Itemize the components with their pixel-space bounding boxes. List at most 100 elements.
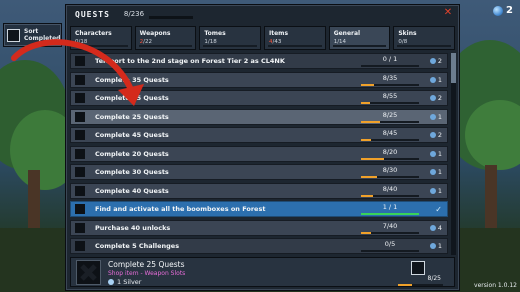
quest-detail-reward-text: 1 Silver <box>117 278 142 286</box>
square-icon <box>75 130 85 140</box>
tab-skins[interactable]: Skins 0/8 <box>393 26 456 50</box>
quest-list: Teleport to the 2nd stage on Forest Tier… <box>70 53 448 255</box>
silver-icon <box>429 113 436 120</box>
quest-reward: 1 <box>437 112 442 121</box>
sort-checkbox[interactable] <box>7 28 20 42</box>
quest-progress-fill <box>361 139 372 141</box>
tab-progress-bar <box>268 45 322 47</box>
quest-reward: 1 <box>437 75 442 84</box>
quest-row[interactable]: Teleport to the 2nd stage on Forest Tier… <box>70 53 448 69</box>
grid-icon <box>75 185 85 196</box>
quest-reward-box: ✓ <box>435 205 442 214</box>
boot-icon <box>75 74 85 85</box>
quest-progress-text: 7/40 <box>382 221 398 230</box>
quest-progress: 0 / 1 <box>361 56 419 67</box>
moon-icon <box>75 148 85 159</box>
tab-general[interactable]: General 1/14 <box>328 26 391 50</box>
silver-icon <box>108 279 114 285</box>
book-icon <box>75 222 85 233</box>
quest-count-bar <box>149 15 194 19</box>
quest-progress-fill <box>361 176 377 178</box>
quests-panel: QUESTS 8/236 ✕ Characters 0/18 Weapons 2/22… <box>65 4 460 291</box>
panel-title: QUESTS <box>75 9 110 19</box>
tab-label: Items <box>269 30 289 37</box>
panel-header: QUESTS 8/236 ✕ <box>66 5 459 23</box>
sort-completed-toggle[interactable]: Sort Completed <box>3 23 62 47</box>
quest-row[interactable]: Complete 30 Quests 8/30 1 <box>70 164 448 180</box>
quest-row[interactable]: Complete 45 Quests 8/45 2 <box>70 127 448 143</box>
quest-progress-track <box>361 102 419 104</box>
quest-row[interactable]: Purchase 40 unlocks 7/40 4 <box>70 219 448 236</box>
quest-reward-box: 2 <box>429 94 442 102</box>
quest-progress: 1 / 1 <box>361 204 419 215</box>
quest-row[interactable]: Complete 55 Quests 8/55 2 <box>70 90 448 106</box>
scrollbar-thumb[interactable] <box>451 53 456 83</box>
quest-reward: 1 <box>437 186 442 195</box>
tab-tomes[interactable]: Tomes 1/18 <box>199 26 262 50</box>
quest-reward-box: 2 <box>429 131 442 139</box>
quest-progress-text: 8/45 <box>382 129 398 137</box>
quest-detail-progress: 8/25 <box>427 275 441 282</box>
category-tabs: Characters 0/18 Weapons 2/22 Tomes 1/18 Items 4… <box>70 26 456 50</box>
quest-reward: 2 <box>437 94 442 102</box>
quest-reward: 2 <box>437 57 442 65</box>
silver-icon <box>429 243 436 249</box>
tab-label: Skins <box>398 30 417 37</box>
quest-progress-text: 0/5 <box>384 240 396 248</box>
close-icon[interactable]: ✕ <box>443 8 453 18</box>
quest-detail-progress-fill <box>398 284 412 286</box>
quest-progress: 8/45 <box>361 130 419 141</box>
quest-progress-fill <box>361 120 380 123</box>
quest-progress-fill <box>361 213 419 215</box>
silver-icon <box>429 132 436 138</box>
quest-reward-box: 1 <box>429 168 442 176</box>
quest-progress: 8/20 <box>361 147 419 160</box>
quest-progress-text: 8/40 <box>382 184 398 193</box>
sort-label: Sort Completed <box>24 28 61 42</box>
tab-label: Characters <box>75 30 112 37</box>
gem-count: 2 <box>506 5 513 16</box>
quest-progress: 8/35 <box>361 73 419 86</box>
quest-reward-box: 1 <box>429 242 442 250</box>
quest-reward-box: 4 <box>429 224 442 232</box>
tab-items[interactable]: Items 4/43 <box>264 26 326 50</box>
quest-progress-text: 8/35 <box>382 73 398 82</box>
tab-characters[interactable]: Characters 0/18 <box>70 26 132 50</box>
silver-icon <box>429 187 436 194</box>
quest-progress: 8/30 <box>361 167 419 178</box>
quest-detail-unlock: Shop item - Weapon Slots <box>108 270 186 277</box>
quest-progress: 8/55 <box>361 93 419 104</box>
quest-progress-text: 8/25 <box>382 110 398 119</box>
quest-reward: 2 <box>437 131 442 139</box>
tab-progress-bar <box>397 45 452 47</box>
quest-progress: 7/40 <box>361 221 419 234</box>
silver-icon <box>429 76 436 83</box>
quest-reward: 1 <box>437 242 442 250</box>
check-icon: ✓ <box>435 205 442 214</box>
quest-reward: 1 <box>437 168 442 176</box>
quest-list-scrollbar[interactable] <box>451 53 456 255</box>
quest-progress-text: 8/55 <box>382 92 398 100</box>
cross-icon <box>75 111 85 122</box>
tab-label: Tomes <box>204 30 226 37</box>
quest-progress-text: 8/20 <box>382 147 398 156</box>
gem-icon <box>493 5 504 16</box>
quest-row[interactable]: Complete 5 Challenges 0/5 1 <box>70 238 448 254</box>
quest-row[interactable]: Find and activate all the boomboxes on F… <box>70 201 448 217</box>
quest-row[interactable]: Complete 35 Quests 8/35 1 <box>70 71 448 88</box>
quest-detail-status-box <box>411 261 425 275</box>
quest-progress-fill <box>361 83 375 86</box>
silver-icon <box>429 58 436 64</box>
quest-progress-track <box>361 65 419 67</box>
quest-reward-box: 2 <box>429 57 442 65</box>
tab-progress-bar <box>74 45 128 47</box>
tab-weapons[interactable]: Weapons 2/22 <box>134 26 197 50</box>
silver-icon <box>429 95 436 101</box>
quest-progress-fill <box>361 157 385 160</box>
quest-row[interactable]: Complete 25 Quests 8/25 1 <box>70 108 448 125</box>
teleport-icon <box>75 56 85 66</box>
quest-reward-box: 1 <box>429 75 442 84</box>
silver-icon <box>429 224 436 231</box>
quest-row[interactable]: Complete 40 Quests 8/40 1 <box>70 182 448 199</box>
quest-row[interactable]: Complete 20 Quests 8/20 1 <box>70 145 448 162</box>
